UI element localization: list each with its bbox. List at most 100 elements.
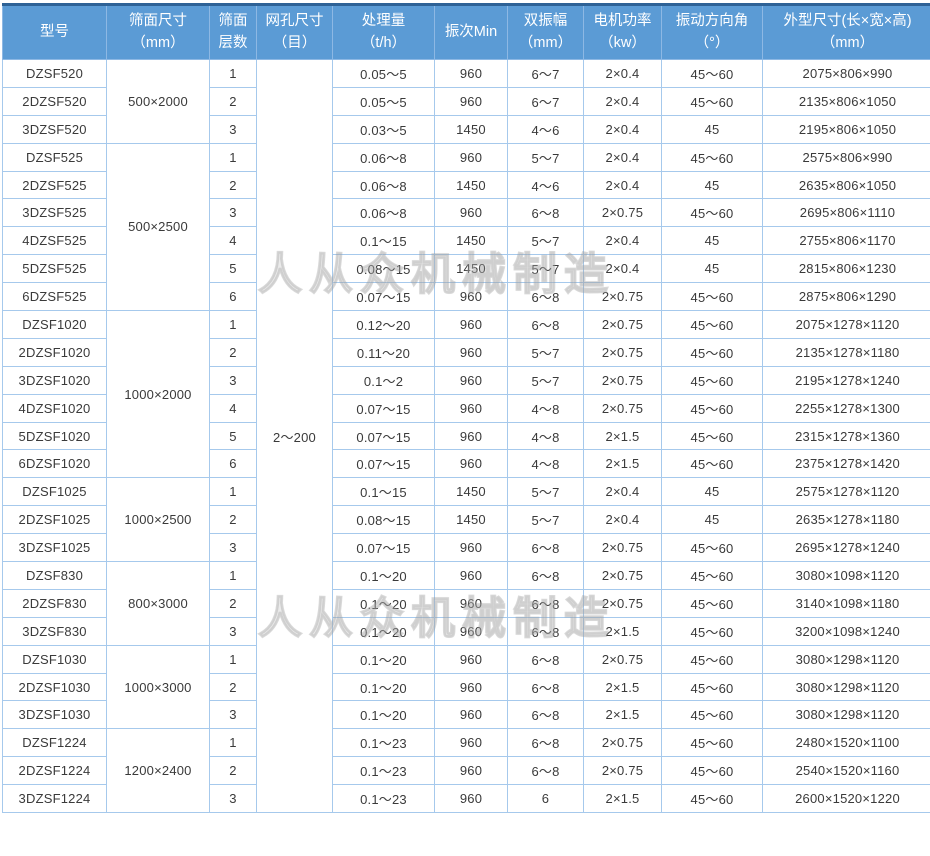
layers-cell: 1 (210, 729, 257, 757)
angle-cell: 45～60 (662, 450, 763, 478)
screen-size-cell: 1200×2400 (107, 729, 210, 813)
screen-size-cell: 1000×2000 (107, 311, 210, 478)
capacity-cell: 0.12～20 (333, 311, 435, 339)
amplitude-cell: 5～7 (508, 338, 584, 366)
screen-size-cell: 1000×2500 (107, 478, 210, 562)
model-cell: DZSF830 (3, 562, 107, 590)
layers-cell: 1 (210, 143, 257, 171)
power-cell: 2×0.4 (584, 255, 662, 283)
frequency-cell: 960 (435, 534, 508, 562)
dimensions-cell: 2480×1520×1100 (763, 729, 930, 757)
table-row: DZSF10251000×250010.1～1514505～72×0.44525… (3, 478, 930, 506)
angle-cell: 45～60 (662, 589, 763, 617)
frequency-cell: 960 (435, 87, 508, 115)
amplitude-cell: 4～8 (508, 422, 584, 450)
column-header-layers: 筛面 层数 (210, 5, 257, 60)
frequency-cell: 960 (435, 757, 508, 785)
amplitude-cell: 5～7 (508, 506, 584, 534)
dimensions-cell: 3080×1298×1120 (763, 701, 930, 729)
amplitude-cell: 6～8 (508, 534, 584, 562)
frequency-cell: 1450 (435, 255, 508, 283)
power-cell: 2×0.75 (584, 589, 662, 617)
angle-cell: 45 (662, 255, 763, 283)
angle-cell: 45～60 (662, 338, 763, 366)
model-cell: 2DZSF525 (3, 171, 107, 199)
power-cell: 2×1.5 (584, 785, 662, 813)
angle-cell: 45～60 (662, 366, 763, 394)
capacity-cell: 0.1～15 (333, 478, 435, 506)
angle-cell: 45～60 (662, 562, 763, 590)
amplitude-cell: 6～8 (508, 562, 584, 590)
model-cell: 3DZSF830 (3, 617, 107, 645)
frequency-cell: 960 (435, 394, 508, 422)
angle-cell: 45～60 (662, 785, 763, 813)
amplitude-cell: 6～7 (508, 87, 584, 115)
capacity-cell: 0.1～20 (333, 701, 435, 729)
power-cell: 2×1.5 (584, 701, 662, 729)
column-header-screen-size: 筛面尺寸 （mm） (107, 5, 210, 60)
frequency-cell: 960 (435, 60, 508, 88)
capacity-cell: 0.1～23 (333, 785, 435, 813)
dimensions-cell: 2255×1278×1300 (763, 394, 930, 422)
amplitude-cell: 6～8 (508, 757, 584, 785)
capacity-cell: 0.1～20 (333, 673, 435, 701)
amplitude-cell: 4～6 (508, 115, 584, 143)
angle-cell: 45 (662, 227, 763, 255)
power-cell: 2×0.75 (584, 283, 662, 311)
dimensions-cell: 2075×806×990 (763, 60, 930, 88)
column-header-capacity: 处理量 （t/h） (333, 5, 435, 60)
dimensions-cell: 2815×806×1230 (763, 255, 930, 283)
amplitude-cell: 6～8 (508, 311, 584, 339)
model-cell: 2DZSF1025 (3, 506, 107, 534)
model-cell: DZSF1030 (3, 645, 107, 673)
model-cell: 3DZSF1030 (3, 701, 107, 729)
dimensions-cell: 3200×1098×1240 (763, 617, 930, 645)
amplitude-cell: 6～8 (508, 283, 584, 311)
angle-cell: 45～60 (662, 283, 763, 311)
amplitude-cell: 6～7 (508, 60, 584, 88)
dimensions-cell: 2135×806×1050 (763, 87, 930, 115)
layers-cell: 3 (210, 534, 257, 562)
angle-cell: 45～60 (662, 645, 763, 673)
layers-cell: 1 (210, 562, 257, 590)
power-cell: 2×1.5 (584, 450, 662, 478)
model-cell: 3DZSF1224 (3, 785, 107, 813)
capacity-cell: 0.08～15 (333, 255, 435, 283)
column-header-power: 电机功率 （kw） (584, 5, 662, 60)
dimensions-cell: 2575×806×990 (763, 143, 930, 171)
layers-cell: 3 (210, 199, 257, 227)
frequency-cell: 960 (435, 366, 508, 394)
layers-cell: 1 (210, 311, 257, 339)
column-header-angle: 振动方向角 （°） (662, 5, 763, 60)
model-cell: 2DZSF830 (3, 589, 107, 617)
dimensions-cell: 2195×1278×1240 (763, 366, 930, 394)
dimensions-cell: 2600×1520×1220 (763, 785, 930, 813)
frequency-cell: 960 (435, 645, 508, 673)
model-cell: 3DZSF525 (3, 199, 107, 227)
frequency-cell: 1450 (435, 171, 508, 199)
frequency-cell: 960 (435, 338, 508, 366)
layers-cell: 2 (210, 171, 257, 199)
model-cell: 2DZSF1030 (3, 673, 107, 701)
dimensions-cell: 3080×1098×1120 (763, 562, 930, 590)
frequency-cell: 960 (435, 785, 508, 813)
frequency-cell: 1450 (435, 227, 508, 255)
layers-cell: 2 (210, 338, 257, 366)
amplitude-cell: 5～7 (508, 227, 584, 255)
power-cell: 2×0.75 (584, 366, 662, 394)
amplitude-cell: 6～8 (508, 589, 584, 617)
dimensions-cell: 2540×1520×1160 (763, 757, 930, 785)
dimensions-cell: 2875×806×1290 (763, 283, 930, 311)
power-cell: 2×1.5 (584, 422, 662, 450)
capacity-cell: 0.07～15 (333, 450, 435, 478)
power-cell: 2×0.4 (584, 506, 662, 534)
frequency-cell: 960 (435, 143, 508, 171)
capacity-cell: 0.05～5 (333, 60, 435, 88)
table-row: DZSF525500×250010.06～89605～72×0.445～6025… (3, 143, 930, 171)
angle-cell: 45～60 (662, 757, 763, 785)
mesh-size-cell: 2～200 (257, 60, 333, 813)
column-header-dimensions: 外型尺寸(长×宽×高) （mm） (763, 5, 930, 60)
column-header-frequency: 振次Min (435, 5, 508, 60)
power-cell: 2×0.75 (584, 562, 662, 590)
amplitude-cell: 5～7 (508, 143, 584, 171)
